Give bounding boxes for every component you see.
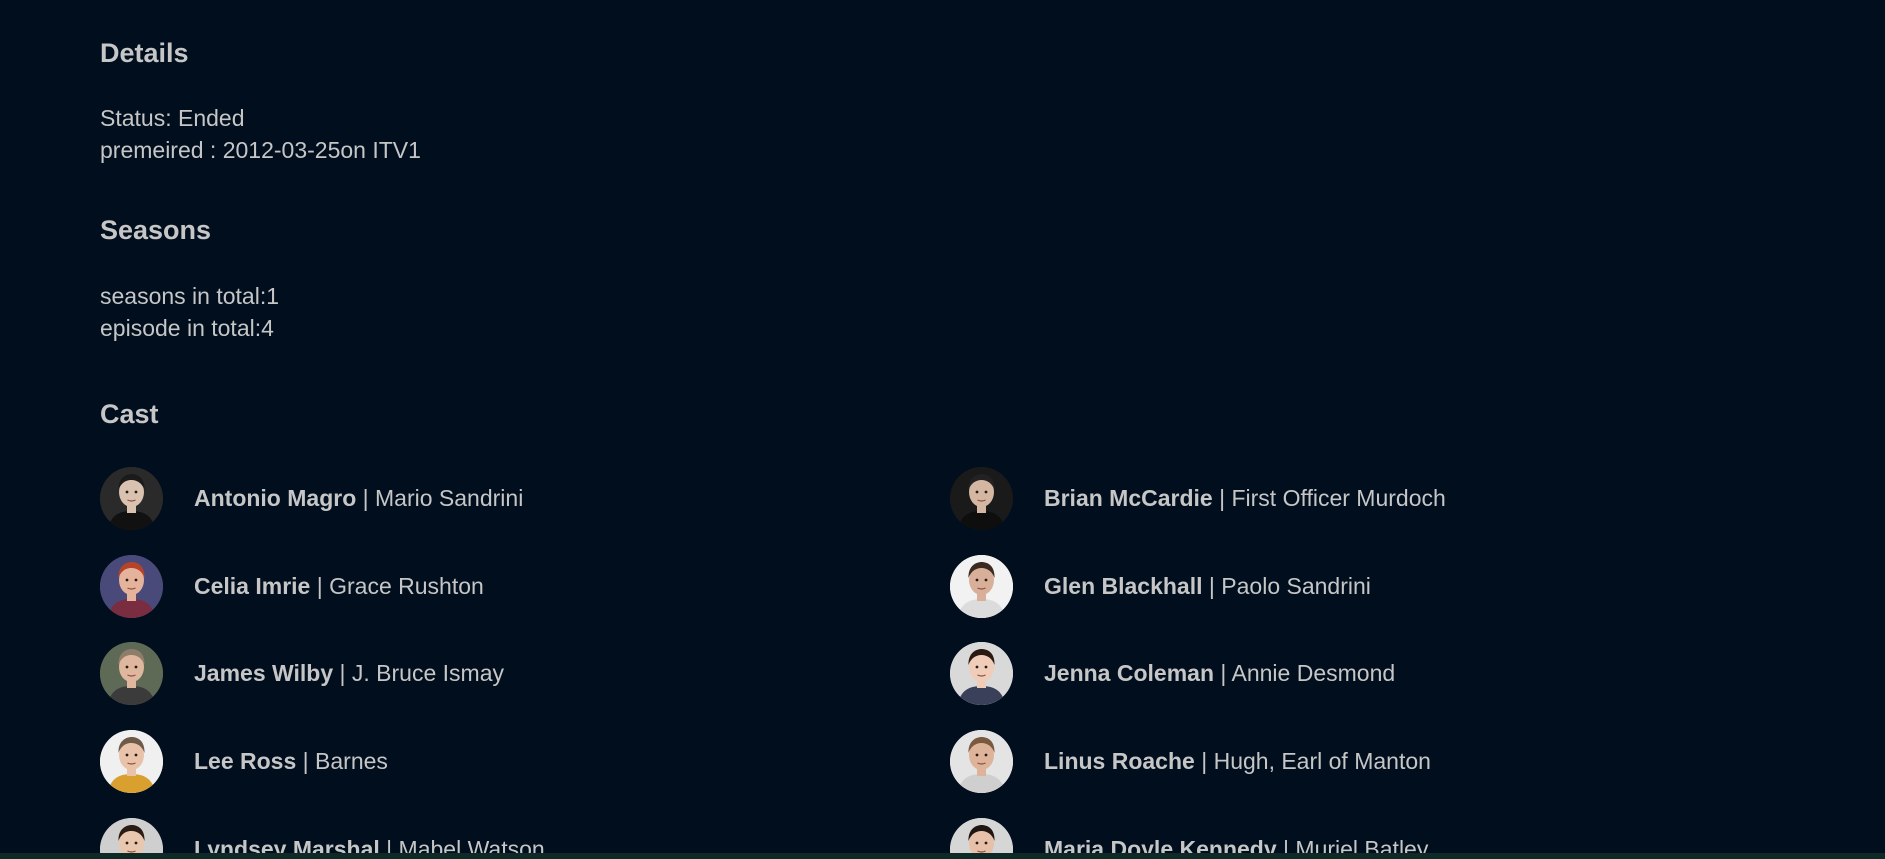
cast-credit: Antonio Magro | Mario Sandrini	[194, 484, 524, 511]
cast-member[interactable]: Celia Imrie | Grace Rushton	[100, 554, 484, 618]
cast-member[interactable]: Lee Ross | Barnes	[100, 729, 388, 793]
cast-member[interactable]: Antonio Magro | Mario Sandrini	[100, 466, 523, 530]
cast-avatar[interactable]	[100, 554, 163, 618]
cast-actor-name[interactable]: Linus Roache	[1044, 748, 1195, 774]
cast-avatar[interactable]	[950, 554, 1013, 618]
cast-avatar[interactable]	[100, 466, 163, 530]
cast-actor-name[interactable]: Celia Imrie	[194, 573, 310, 599]
cast-avatar[interactable]	[950, 466, 1013, 530]
cast-member[interactable]: Jenna Coleman | Annie Desmond	[950, 641, 1395, 705]
premiered-label: premeired :	[100, 137, 217, 163]
premiered-date: 2012-03-25	[222, 137, 341, 163]
cast-role-name: Annie Desmond	[1231, 659, 1396, 686]
network-name: ITV1	[372, 137, 421, 163]
cast-separator: |	[1219, 484, 1226, 511]
cast-actor-name[interactable]: Brian McCardie	[1044, 485, 1213, 511]
cast-separator: |	[1208, 572, 1215, 599]
cast-heading: Cast	[100, 399, 159, 429]
cast-separator: |	[339, 659, 346, 686]
cast-actor-name[interactable]: Glen Blackhall	[1044, 573, 1203, 599]
cast-separator: |	[316, 572, 323, 599]
seasons-total-value: 1	[266, 283, 280, 309]
cast-role-name: First Officer Murdoch	[1231, 484, 1446, 511]
cast-role-name: Paolo Sandrini	[1221, 572, 1371, 599]
episodes-total-line: episode in total:4	[100, 317, 274, 340]
cast-avatar[interactable]	[100, 729, 163, 793]
cast-role-name: Hugh, Earl of Manton	[1213, 747, 1431, 774]
cast-separator: |	[1220, 659, 1227, 686]
episodes-total-label: episode in total:	[100, 315, 262, 341]
cast-separator: |	[362, 484, 369, 511]
cast-actor-name[interactable]: Antonio Magro	[194, 485, 356, 511]
status-label: Status:	[100, 105, 172, 131]
status-value: Ended	[178, 105, 245, 131]
cast-member[interactable]: Glen Blackhall | Paolo Sandrini	[950, 554, 1371, 618]
cast-member[interactable]: James Wilby | J. Bruce Ismay	[100, 641, 504, 705]
cast-role-name: Grace Rushton	[329, 572, 484, 599]
cast-separator: |	[1201, 747, 1208, 774]
seasons-heading: Seasons	[100, 215, 212, 245]
cast-credit: Glen Blackhall | Paolo Sandrini	[1044, 572, 1371, 599]
cast-role-name: Barnes	[315, 747, 388, 774]
cast-member[interactable]: Linus Roache | Hugh, Earl of Manton	[950, 729, 1431, 793]
status-line: Status: Ended	[100, 107, 245, 130]
cast-avatar[interactable]	[950, 641, 1013, 705]
cast-member[interactable]: Brian McCardie | First Officer Murdoch	[950, 466, 1446, 530]
cast-credit: Lee Ross | Barnes	[194, 747, 388, 774]
cast-avatar[interactable]	[100, 641, 163, 705]
cast-credit: Linus Roache | Hugh, Earl of Manton	[1044, 747, 1431, 774]
cast-actor-name[interactable]: Jenna Coleman	[1044, 660, 1214, 686]
cast-role-name: J. Bruce Ismay	[351, 659, 505, 686]
seasons-total-line: seasons in total:1	[100, 285, 279, 308]
cast-credit: Jenna Coleman | Annie Desmond	[1044, 659, 1396, 686]
cast-credit: James Wilby | J. Bruce Ismay	[194, 659, 505, 686]
cast-credit: Brian McCardie | First Officer Murdoch	[1044, 484, 1446, 511]
seasons-total-label: seasons in total:	[100, 283, 267, 309]
premiered-line: premeired : 2012-03-25on ITV1	[100, 139, 421, 162]
cast-role-name: Mario Sandrini	[375, 484, 524, 511]
premiered-on: on	[340, 137, 366, 163]
cast-actor-name[interactable]: James Wilby	[194, 660, 333, 686]
bottom-strip	[0, 853, 1885, 859]
cast-separator: |	[302, 747, 309, 774]
details-heading: Details	[100, 38, 189, 68]
cast-credit: Celia Imrie | Grace Rushton	[194, 572, 484, 599]
episodes-total-value: 4	[261, 315, 274, 341]
cast-avatar[interactable]	[950, 729, 1013, 793]
cast-actor-name[interactable]: Lee Ross	[194, 748, 296, 774]
